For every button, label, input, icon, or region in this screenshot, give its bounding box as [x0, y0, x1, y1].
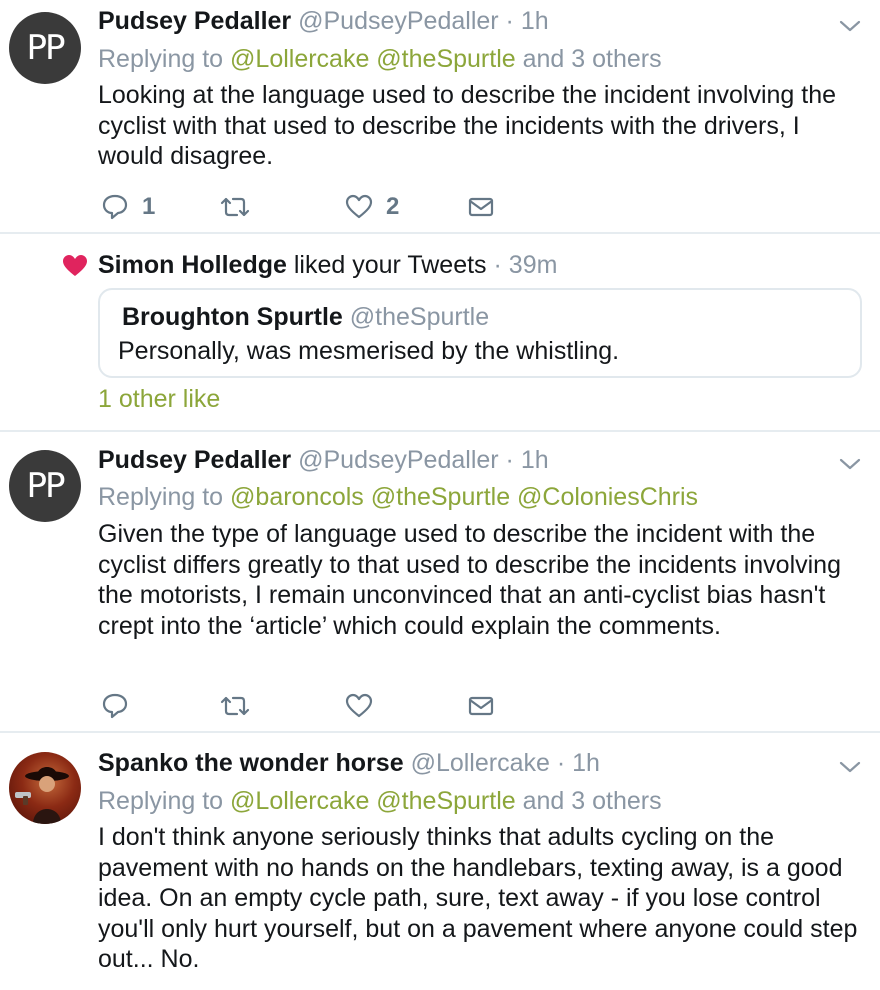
handle-time: @Lollercake · 1h	[410, 749, 600, 777]
handle-time: @PudseyPedaller · 1h	[298, 446, 549, 474]
replying-to: Replying to @baroncols @theSpurtle @Colo…	[98, 482, 698, 512]
divider	[0, 232, 880, 234]
avatar[interactable]	[9, 752, 81, 824]
direct-message-button[interactable]	[467, 692, 495, 720]
like-button[interactable]: 2	[344, 193, 399, 221]
tweet-text: Looking at the language used to describe…	[98, 81, 837, 170]
like-action: liked your Tweets	[293, 251, 487, 279]
like-count: 2	[386, 193, 400, 220]
display-name[interactable]: Pudsey Pedaller	[98, 7, 291, 35]
chevron-down-icon[interactable]	[838, 452, 862, 476]
mention-links[interactable]: @Lollercake @theSpurtle	[230, 787, 516, 815]
envelope-icon	[468, 197, 494, 217]
display-name[interactable]: Spanko the wonder horse	[98, 749, 404, 777]
other-likes-link[interactable]: 1 other like	[98, 384, 220, 414]
replying-label: Replying to	[98, 483, 224, 511]
tweet-actions	[100, 692, 520, 722]
replying-label: Replying to	[98, 787, 224, 815]
mention-links[interactable]: @baroncols @theSpurtle @ColoniesChris	[230, 483, 698, 511]
retweet-icon	[220, 696, 250, 716]
quoted-tweet-card[interactable]: Broughton Spurtle @theSpurtle Personally…	[98, 288, 862, 378]
tweet-text: I don't think anyone seriously thinks th…	[98, 823, 858, 973]
avatar[interactable]: PP	[9, 12, 81, 84]
heart-outline-icon	[345, 194, 373, 219]
replying-to: Replying to @Lollercake @theSpurtle and …	[98, 786, 662, 816]
avatar[interactable]: PP	[9, 450, 81, 522]
retweet-button[interactable]	[218, 692, 252, 720]
reply-icon	[102, 693, 128, 719]
divider	[0, 731, 880, 733]
tweet-header: Pudsey Pedaller @PudseyPedaller · 1h	[98, 6, 549, 36]
heart-filled-icon	[63, 255, 87, 276]
mention-links[interactable]: @Lollercake @theSpurtle	[230, 45, 516, 73]
divider	[0, 430, 880, 432]
quoted-name: Broughton Spurtle	[122, 303, 343, 331]
replying-suffix[interactable]: and 3 others	[523, 787, 662, 815]
reply-button[interactable]: 1	[100, 193, 155, 221]
quoted-handle: @theSpurtle	[349, 303, 490, 331]
like-time: · 39m	[493, 251, 558, 279]
heart-outline-icon	[345, 693, 373, 718]
display-name[interactable]: Pudsey Pedaller	[98, 446, 291, 474]
direct-message-button[interactable]	[467, 193, 495, 221]
envelope-icon	[468, 696, 494, 716]
retweet-icon	[220, 197, 250, 217]
replying-suffix[interactable]: and 3 others	[523, 45, 662, 73]
retweet-button[interactable]	[218, 193, 252, 221]
liker-name[interactable]: Simon Holledge	[98, 251, 287, 279]
like-button[interactable]	[344, 692, 374, 720]
tweet-actions: 1 2	[100, 193, 520, 223]
tweet-header: Spanko the wonder horse @Lollercake · 1h	[98, 748, 600, 778]
replying-to: Replying to @Lollercake @theSpurtle and …	[98, 44, 662, 74]
quoted-text: Personally, was mesmerised by the whistl…	[118, 337, 620, 365]
like-notification-header: Simon Holledge liked your Tweets · 39m	[98, 250, 557, 280]
replying-label: Replying to	[98, 45, 224, 73]
reply-count: 1	[142, 193, 156, 220]
cowboy-avatar-icon	[15, 767, 69, 824]
chevron-down-icon[interactable]	[838, 14, 862, 38]
reply-icon	[102, 194, 128, 220]
tweet-text: Given the type of language used to descr…	[98, 520, 841, 640]
chevron-down-icon[interactable]	[838, 755, 862, 779]
handle-time: @PudseyPedaller · 1h	[298, 7, 549, 35]
tweet-header: Pudsey Pedaller @PudseyPedaller · 1h	[98, 445, 549, 475]
reply-button[interactable]	[100, 692, 130, 720]
quoted-header: Broughton Spurtle @theSpurtle	[122, 302, 489, 332]
